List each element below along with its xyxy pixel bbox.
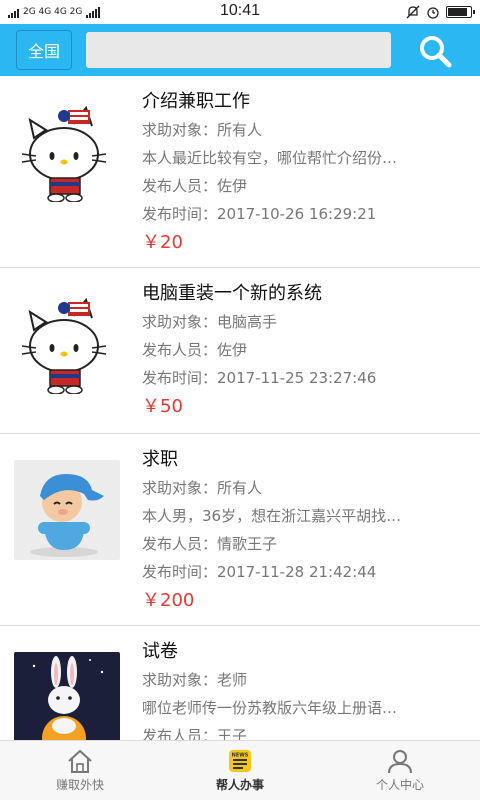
list-item[interactable]: 试卷 求助对象：老师 哪位老师传一份苏教版六年级上册语… 发布人员：王子 [0,626,480,740]
item-target: 求助对象：所有人 [142,479,263,497]
tab-help-others[interactable]: NEWS 帮人办事 [160,741,320,800]
item-price: ￥20 [142,232,183,253]
tab-label: 帮人办事 [215,778,264,792]
item-time: 发布时间：2017-11-28 21:42:44 [142,563,377,581]
news-badge: NEWS [232,753,249,759]
pocoyo-thumbnail [14,460,120,560]
signal-indicators: 2G 4G 4G 2G [8,6,101,18]
alarm-icon [427,7,439,19]
item-poster: 发布人员：王子 [142,727,248,740]
item-title: 试卷 [142,641,178,662]
battery-icon [446,6,475,18]
item-description: 哪位老师传一份苏教版六年级上册语… [142,699,398,717]
item-description: 本人男，36岁，想在浙江嘉兴平胡找… [142,507,402,525]
item-poster: 发布人员：情歌王子 [142,535,278,553]
region-button[interactable]: 全国 [16,30,72,70]
item-target: 求助对象：电脑高手 [142,313,278,331]
item-time: 发布时间：2017-10-26 16:29:21 [142,205,377,223]
list-item[interactable]: 电脑重装一个新的系统 求助对象：电脑高手 发布人员：佐伊 发布时间：2017-1… [0,268,480,434]
mute-icon [406,5,420,19]
tab-earn-extra[interactable]: 赚取外快 [0,741,160,800]
item-title: 电脑重装一个新的系统 [142,283,322,304]
list-item[interactable]: 介绍兼职工作 求助对象：所有人 本人最近比较有空，哪位帮忙介绍份… 发布人员：佐… [0,76,480,268]
item-time: 发布时间：2017-11-25 23:27:46 [142,369,377,387]
status-bar: 2G 4G 4G 2G 10:41 [0,0,480,24]
hello-kitty-thumbnail [14,102,120,202]
task-list: 介绍兼职工作 求助对象：所有人 本人最近比较有空，哪位帮忙介绍份… 发布人员：佐… [0,76,480,740]
tab-label: 个人中心 [375,778,424,792]
news-icon: NEWS [229,750,251,772]
item-price: ￥50 [142,396,183,417]
top-bar: 全国 [0,24,480,76]
bottom-tab-bar: 赚取外快 NEWS 帮人办事 个人中心 [0,740,480,800]
status-icons [406,5,475,19]
item-price: ￥200 [142,590,195,611]
item-poster: 发布人员：佐伊 [142,177,248,195]
tab-label: 赚取外快 [55,778,104,792]
item-title: 介绍兼职工作 [142,91,250,112]
status-time: 10:41 [219,2,261,19]
item-target: 求助对象：老师 [142,671,248,689]
network-label: 2G 4G 4G 2G [23,7,83,17]
signal-icon [8,6,19,18]
item-description: 本人最近比较有空，哪位帮忙介绍份… [142,149,398,167]
tab-profile[interactable]: 个人中心 [320,741,480,800]
item-poster: 发布人员：佐伊 [142,341,248,359]
home-icon [68,749,92,773]
item-title: 求职 [142,449,178,470]
hello-kitty-thumbnail [14,294,120,394]
list-item[interactable]: 求职 求助对象：所有人 本人男，36岁，想在浙江嘉兴平胡找… 发布人员：情歌王子… [0,434,480,626]
search-input[interactable] [86,32,391,68]
person-icon [388,750,412,774]
search-icon[interactable] [418,34,452,68]
item-target: 求助对象：所有人 [142,121,263,139]
rabbit-moon-thumbnail [14,652,120,740]
signal-icon [86,6,101,18]
